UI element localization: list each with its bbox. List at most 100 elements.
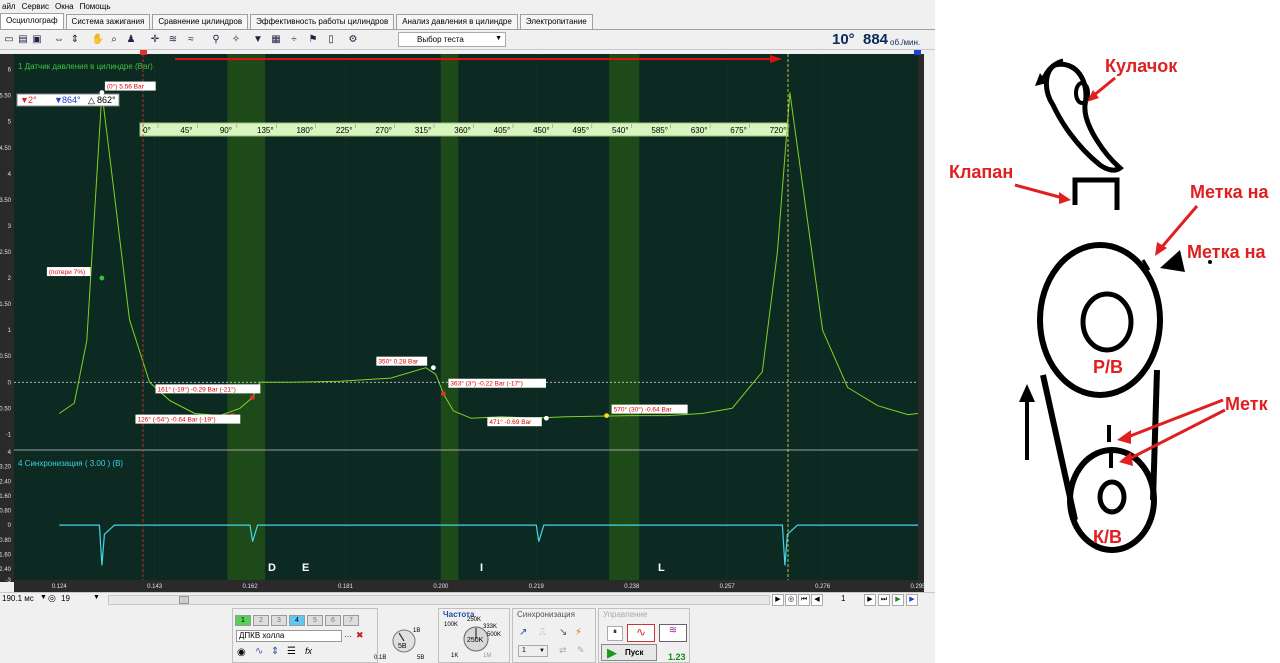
channel-button-4[interactable]: 4 — [289, 615, 305, 626]
zoom-fit-icon[interactable]: ⇔ — [52, 32, 66, 46]
cursor-1-handle[interactable] — [140, 50, 147, 55]
app-window: айл Сервис Окна Помощь Осциллограф Систе… — [0, 0, 1280, 663]
play-icon[interactable]: ▶ — [892, 594, 904, 606]
zoom-vertical-icon[interactable]: ⇕ — [68, 32, 82, 46]
lines-icon[interactable]: ☰ — [287, 646, 296, 657]
annotation-point[interactable] — [543, 415, 549, 421]
browse-sensor-button[interactable]: … — [344, 630, 352, 639]
channel-button-7[interactable]: 7 — [343, 615, 359, 626]
channel-button-5[interactable]: 5 — [307, 615, 323, 626]
oscilloscope-panel[interactable]: 65.5054.5043.5032.5021.5010.500-0.50-1 4… — [0, 50, 935, 592]
annotation-point[interactable] — [99, 90, 105, 95]
channel4-title: 4 Синхронизация ( 3.00 ) (B) — [18, 459, 123, 468]
magnifier-icon[interactable]: ⌕ — [107, 32, 121, 46]
menu-file[interactable]: айл — [0, 0, 20, 13]
ch1-ytick-label: -1 — [6, 432, 12, 438]
wave-compare-icon[interactable]: ≈ — [184, 32, 198, 46]
sync-channel-select[interactable]: 1 ▼ — [518, 645, 548, 657]
timebase-select[interactable]: 190.1 мс — [2, 594, 34, 603]
sync-rising-icon[interactable]: ↗ — [519, 627, 527, 638]
channel-button-6[interactable]: 6 — [325, 615, 341, 626]
cursor-cross-icon[interactable]: ✛ — [148, 32, 162, 46]
tab-ignition[interactable]: Система зажигания — [65, 14, 151, 29]
annotation-point[interactable] — [99, 275, 105, 281]
annotation-point[interactable] — [441, 391, 446, 397]
pause-button[interactable]: ⏸ — [607, 626, 623, 641]
channel-button-1[interactable]: 1 — [235, 615, 251, 626]
folder-open-icon[interactable]: ▭ — [2, 32, 16, 46]
chevron-down-icon[interactable]: ▼ — [40, 594, 47, 601]
hand-pan-icon[interactable]: ✋ — [91, 32, 105, 46]
function-icon[interactable]: fx — [305, 646, 312, 656]
multi-wave-button[interactable]: ≋ — [659, 624, 687, 642]
tab-oscilloscope[interactable]: Осциллограф — [0, 13, 64, 29]
print-icon[interactable]: ▤ — [16, 32, 30, 46]
flag-icon[interactable]: ⚑ — [306, 32, 320, 46]
start-button[interactable]: ▶ Пуск — [601, 644, 657, 661]
close-icon[interactable]: ✖ — [356, 630, 364, 641]
wave-overlay-icon[interactable]: ≋ — [166, 32, 180, 46]
last-page-button[interactable]: ⏭ — [878, 594, 890, 606]
tab-pressure-analysis[interactable]: Анализ давления в цилиндре — [396, 14, 518, 29]
channel-button-2[interactable]: 2 — [253, 615, 269, 626]
single-wave-button[interactable]: ∿ — [627, 624, 655, 642]
sync-extra-icon[interactable]: ✎ — [577, 645, 585, 656]
wave-icon[interactable]: ∿ — [255, 646, 263, 657]
filter-icon[interactable]: ▼ — [251, 32, 265, 46]
horizontal-scrollbar[interactable] — [108, 595, 770, 605]
target-page-button[interactable]: ◎ — [785, 594, 797, 606]
label-mark-1: Метка на — [1190, 182, 1269, 202]
menu-help[interactable]: Помощь — [78, 0, 115, 13]
menu-windows[interactable]: Окна — [53, 0, 78, 13]
annotation-point[interactable] — [430, 365, 436, 371]
tab-power[interactable]: Электропитание — [519, 14, 593, 29]
next-page-button[interactable]: ▶ — [864, 594, 876, 606]
prev-end-button[interactable]: ⏮ — [798, 594, 810, 606]
ch1-ytick-label: -0.50 — [0, 406, 12, 412]
zero-marker-icon[interactable]: ✧ — [229, 32, 243, 46]
tab-cylinder-compare[interactable]: Сравнение цилиндров — [152, 14, 249, 29]
menu-service[interactable]: Сервис — [20, 0, 53, 13]
y-axis-strip — [0, 54, 14, 582]
stamp-icon[interactable]: ♟ — [124, 32, 138, 46]
ch4-ytick-label: 0.80 — [0, 509, 12, 515]
channel-select[interactable]: 19 — [61, 594, 70, 603]
table-icon[interactable]: ▦ — [269, 32, 283, 46]
ch1-ytick-label: 5.50 — [0, 94, 12, 100]
settings-gear-icon[interactable]: ⚙ — [346, 32, 360, 46]
control-panel: 1 2 3 4 5 6 7 ◉ ∿ ⇕ ☰ fx 1B 5B 0.1B 5B Д… — [0, 606, 935, 663]
sync-channel-value: 1 — [522, 647, 526, 654]
annotation-point[interactable] — [604, 413, 610, 419]
annotation-point[interactable] — [250, 394, 255, 400]
eye-icon[interactable]: ◉ — [237, 647, 246, 658]
ch1-ytick-label: 0.50 — [0, 354, 12, 360]
x-tick-label: 0.238 — [624, 584, 640, 590]
document-icon[interactable]: ▯ — [324, 32, 338, 46]
sync-falling-icon[interactable]: ↘ — [559, 627, 567, 638]
trigger-icon[interactable]: ⚲ — [209, 32, 223, 46]
angle-scale-label: 360° — [454, 126, 471, 135]
sensor-name-field[interactable]: ДПКВ холла — [236, 630, 342, 642]
tab-cylinder-efficiency[interactable]: Эффективность работы цилиндров — [250, 14, 395, 29]
chevron-down-icon[interactable]: ▼ — [93, 594, 100, 601]
sync-auto-icon[interactable]: ⚡ — [575, 627, 582, 638]
page-number[interactable]: 1 — [841, 594, 845, 603]
scope-chart[interactable]: 65.5054.5043.5032.5021.5010.500-0.50-1 4… — [0, 50, 935, 592]
cursor-2-handle[interactable] — [914, 50, 921, 55]
channel-button-3[interactable]: 3 — [271, 615, 287, 626]
first-page-button[interactable]: ▶ — [772, 594, 784, 606]
sync-pulse-icon[interactable]: ⎍ — [539, 627, 546, 638]
toolbar: ▭ ▤ ▣ ⇔ ⇕ ✋ ⌕ ♟ ✛ ≋ ≈ ⚲ ✧ ▼ ▦ ÷ ⚑ ▯ ⚙ Вы… — [0, 30, 935, 50]
diagram-top-area — [935, 0, 1280, 50]
split-icon[interactable]: ÷ — [287, 32, 301, 46]
save-icon[interactable]: ▣ — [30, 32, 44, 46]
vertical-scale-icon[interactable]: ⇕ — [271, 646, 279, 657]
prev-page-button[interactable]: ◀ — [811, 594, 823, 606]
freq-label-250k: 250K — [467, 617, 482, 623]
test-select[interactable]: Выбор теста ▼ — [398, 32, 506, 47]
angle-scale-label: 450° — [533, 126, 550, 135]
timing-diagram-drawing: Кулачок Клапан Метка на Метка на Р/В К/В… — [949, 56, 1269, 553]
play-blue-icon[interactable]: ▶ — [906, 594, 918, 606]
scroll-thumb[interactable] — [179, 596, 189, 604]
sync-edge-icon[interactable]: ⇄ — [559, 645, 567, 656]
